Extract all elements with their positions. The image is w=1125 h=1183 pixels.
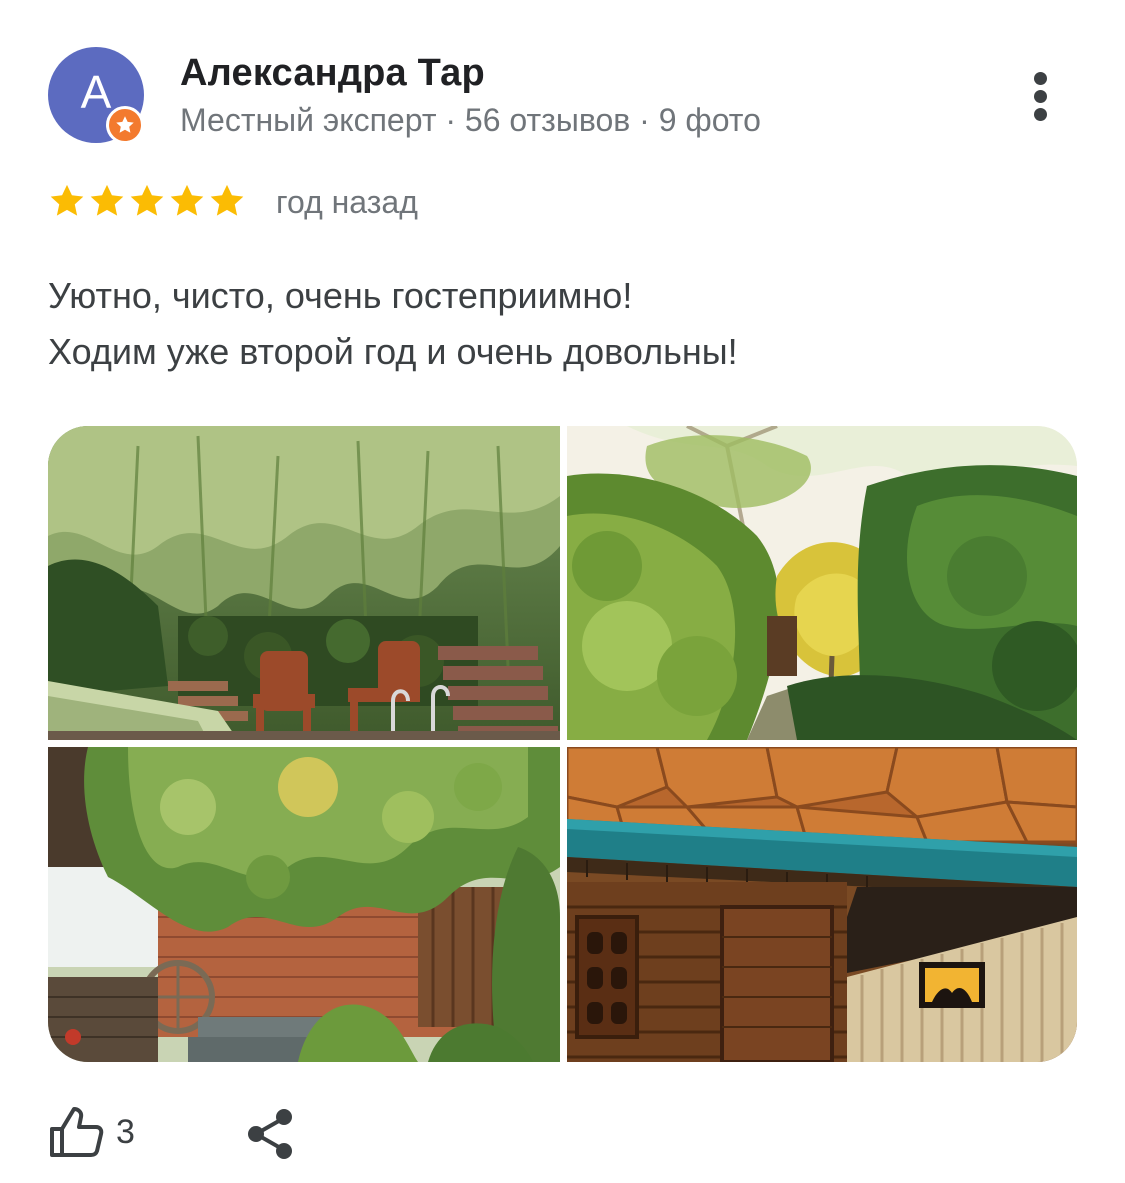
share-button[interactable]	[244, 1106, 298, 1162]
photo-grid	[48, 426, 1077, 1062]
more-vertical-icon	[1034, 72, 1047, 85]
star-icon	[90, 184, 124, 216]
author-meta: Местный эксперт · 56 отзывов · 9 фото	[180, 102, 761, 138]
review-text-line: Ходим уже второй год и очень довольны!	[48, 331, 738, 372]
author-name[interactable]: Александра Тар	[180, 52, 485, 95]
like-count: 3	[116, 1112, 135, 1151]
review-time: год назад	[276, 184, 418, 220]
photo-wooden-interior-lamp[interactable]	[567, 747, 1077, 1062]
star-icon	[50, 184, 84, 216]
photo-garden-pool-chairs[interactable]	[48, 426, 560, 740]
local-guide-star-icon	[106, 106, 144, 144]
thumbs-up-icon	[50, 1107, 104, 1157]
photo-garden-greenery[interactable]	[567, 426, 1077, 740]
star-icon	[210, 184, 244, 216]
review-card: A Александра Тар Местный эксперт · 56 от…	[0, 0, 1125, 1183]
star-icon	[130, 184, 164, 216]
photo-brick-wall-vines[interactable]	[48, 747, 560, 1062]
more-dot	[1034, 108, 1047, 121]
like-button[interactable]: 3	[48, 1102, 135, 1162]
more-options-button[interactable]	[1012, 62, 1070, 132]
share-icon	[248, 1109, 292, 1159]
more-dot	[1034, 90, 1047, 103]
star-rating	[48, 182, 246, 222]
review-text-line: Уютно, чисто, очень гостеприимно!	[48, 275, 633, 316]
star-icon	[170, 184, 204, 216]
review-text: Уютно, чисто, очень гостеприимно! Ходим …	[48, 268, 738, 380]
